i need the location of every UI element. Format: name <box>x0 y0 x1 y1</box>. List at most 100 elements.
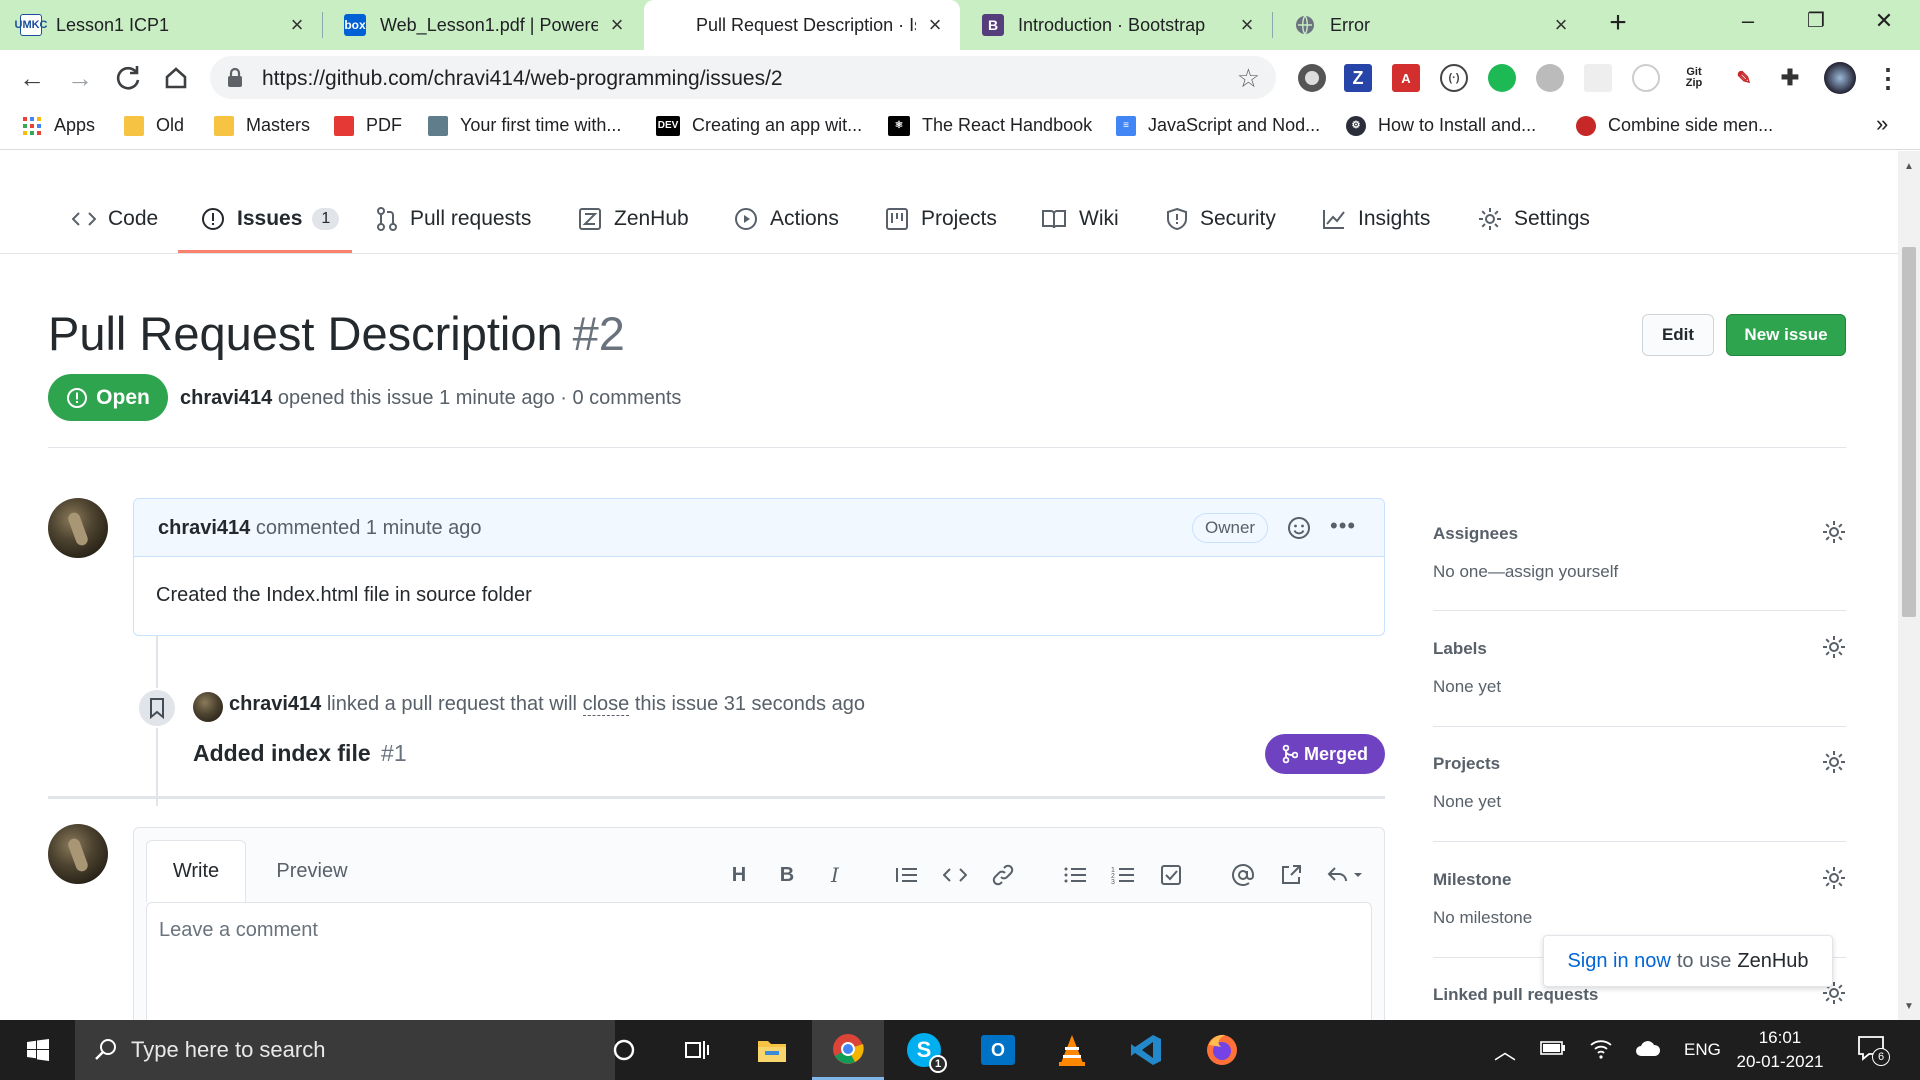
chrome-menu-icon[interactable]: ⋮ <box>1874 63 1902 93</box>
browser-tab-lesson1[interactable]: UMKC Lesson1 ICP1 × <box>0 0 322 50</box>
zotero-extension-icon[interactable]: Z <box>1344 64 1372 92</box>
outlook-icon[interactable]: O <box>962 1020 1034 1080</box>
tab-zenhub[interactable]: ZenHub <box>578 199 689 239</box>
heading-icon[interactable]: H <box>724 860 754 890</box>
back-button[interactable]: ← <box>14 60 50 96</box>
show-hidden-icons-icon[interactable]: ︿ <box>1494 1034 1516 1066</box>
tab-settings[interactable]: Settings <box>1478 199 1590 239</box>
profile-avatar[interactable] <box>1824 62 1856 94</box>
battery-icon[interactable] <box>1540 1040 1566 1056</box>
close-window-button[interactable]: ✕ <box>1864 8 1904 38</box>
vscode-icon[interactable] <box>1110 1020 1182 1080</box>
gear-icon[interactable] <box>1822 635 1846 659</box>
forward-button[interactable]: → <box>62 60 98 96</box>
task-list-icon[interactable] <box>1156 860 1186 890</box>
bookmark-react-handbook[interactable]: ⚛ The React Handbook <box>888 115 1092 136</box>
onedrive-cloud-icon[interactable] <box>1634 1038 1662 1058</box>
system-clock[interactable]: 16:01 20-01-2021 <box>1730 1026 1830 1074</box>
edit-button[interactable]: Edit <box>1642 314 1714 356</box>
browser-tab-error[interactable]: Error × <box>1274 0 1586 50</box>
italic-icon[interactable]: I <box>820 860 850 890</box>
tab-wiki[interactable]: Wiki <box>1041 199 1119 239</box>
comment-author-link[interactable]: chravi414 <box>158 517 250 539</box>
language-indicator[interactable]: ENG <box>1684 1040 1721 1060</box>
bookmark-javascript-node[interactable]: ≡ JavaScript and Nod... <box>1116 115 1320 136</box>
link-icon[interactable] <box>988 860 1018 890</box>
gear-icon[interactable] <box>1822 750 1846 774</box>
action-center-icon[interactable]: 6 <box>1856 1034 1890 1066</box>
reload-button[interactable] <box>110 60 146 96</box>
cross-reference-icon[interactable] <box>1276 860 1306 890</box>
avatar[interactable] <box>193 692 223 722</box>
tab-security[interactable]: Security <box>1166 199 1276 239</box>
gitzip-extension-icon[interactable]: Git Zip <box>1680 64 1708 92</box>
close-keyword[interactable]: close <box>582 693 630 716</box>
scroll-down-arrow-icon[interactable]: ▼ <box>1904 1001 1914 1012</box>
code-icon[interactable] <box>940 860 970 890</box>
bookmark-your-first-time[interactable]: Your first time with... <box>428 115 621 136</box>
tab-issues[interactable]: Issues 1 <box>201 199 340 239</box>
grammar-extension-icon[interactable] <box>1488 64 1516 92</box>
extension-gear-icon[interactable] <box>1536 64 1564 92</box>
zenhub-signin-link[interactable]: Sign in now <box>1567 950 1670 973</box>
comment-textarea[interactable]: Leave a comment <box>146 902 1372 1020</box>
chrome-taskbar-icon[interactable] <box>812 1020 884 1080</box>
tab-projects[interactable]: Projects <box>885 199 997 239</box>
smiley-reaction-icon[interactable] <box>1286 515 1312 541</box>
bookmarks-overflow-icon[interactable]: » <box>1876 111 1888 137</box>
assign-yourself-link[interactable]: No one—assign yourself <box>1433 562 1618 582</box>
bookmark-star-icon[interactable]: ☆ <box>1237 63 1260 94</box>
scroll-up-arrow-icon[interactable]: ▲ <box>1904 161 1914 172</box>
minimize-window-button[interactable]: – <box>1728 8 1768 38</box>
timeline-actor-link[interactable]: chravi414 <box>229 693 321 715</box>
bold-icon[interactable]: B <box>772 860 802 890</box>
issue-author-link[interactable]: chravi414 <box>180 387 272 409</box>
extensions-puzzle-icon[interactable]: ✚ <box>1776 64 1804 92</box>
close-tab-icon[interactable]: × <box>1236 14 1258 36</box>
firefox-icon[interactable] <box>1186 1020 1258 1080</box>
avatar[interactable] <box>48 498 108 558</box>
kebab-horizontal-icon[interactable]: ••• <box>1330 513 1356 539</box>
eyedropper-extension-icon[interactable]: ✎ <box>1730 64 1758 92</box>
bookmark-folder-masters[interactable]: Masters <box>214 115 310 136</box>
vlc-icon[interactable] <box>1036 1020 1108 1080</box>
scrollbar-thumb[interactable] <box>1902 247 1916 617</box>
wifi-icon[interactable] <box>1588 1036 1614 1060</box>
pr-title-text[interactable]: Added index file <box>193 740 371 766</box>
page-scrollbar[interactable]: ▲ ▼ <box>1898 151 1920 1020</box>
skype-icon[interactable]: S 1 <box>888 1020 960 1080</box>
code-extension-icon[interactable]: (·) <box>1440 64 1468 92</box>
gear-icon[interactable] <box>1822 520 1846 544</box>
gear-icon[interactable] <box>1822 866 1846 890</box>
saved-replies-icon[interactable] <box>1324 860 1368 890</box>
avatar[interactable] <box>48 824 108 884</box>
bookmark-creating-an-app[interactable]: DEV Creating an app wit... <box>656 115 862 136</box>
file-explorer-icon[interactable] <box>736 1020 808 1080</box>
quote-icon[interactable] <box>892 860 922 890</box>
task-view-icon[interactable] <box>660 1020 732 1080</box>
bookmark-apps[interactable]: Apps <box>22 115 95 136</box>
close-tab-icon[interactable]: × <box>286 14 308 36</box>
linked-pull-request[interactable]: Added index file #1 <box>193 740 407 767</box>
extension-target-icon[interactable] <box>1632 64 1660 92</box>
unordered-list-icon[interactable] <box>1060 860 1090 890</box>
tab-preview[interactable]: Preview <box>262 840 362 902</box>
address-bar[interactable]: https://github.com/chravi414/web-program… <box>210 56 1276 99</box>
tab-pull-requests[interactable]: Pull requests <box>376 199 531 239</box>
extension-blank-icon[interactable] <box>1584 64 1612 92</box>
bookmark-combine-side-menu[interactable]: Combine side men... <box>1576 115 1773 136</box>
tab-code[interactable]: Code <box>72 199 158 239</box>
windows-start-icon[interactable] <box>0 1020 75 1080</box>
tab-insights[interactable]: Insights <box>1322 199 1430 239</box>
new-issue-button[interactable]: New issue <box>1726 314 1846 356</box>
bookmark-pdf[interactable]: PDF <box>334 115 402 136</box>
tab-write[interactable]: Write <box>146 840 246 902</box>
close-tab-icon[interactable]: × <box>924 14 946 36</box>
close-tab-icon[interactable]: × <box>1550 14 1572 36</box>
restore-window-button[interactable]: ❐ <box>1796 8 1836 38</box>
bookmark-folder-old[interactable]: Old <box>124 115 184 136</box>
extension-circle-icon[interactable] <box>1298 64 1326 92</box>
taskbar-search-box[interactable]: Type here to search <box>75 1020 615 1080</box>
cortana-icon[interactable] <box>588 1020 660 1080</box>
ordered-list-icon[interactable]: 123 <box>1108 860 1138 890</box>
